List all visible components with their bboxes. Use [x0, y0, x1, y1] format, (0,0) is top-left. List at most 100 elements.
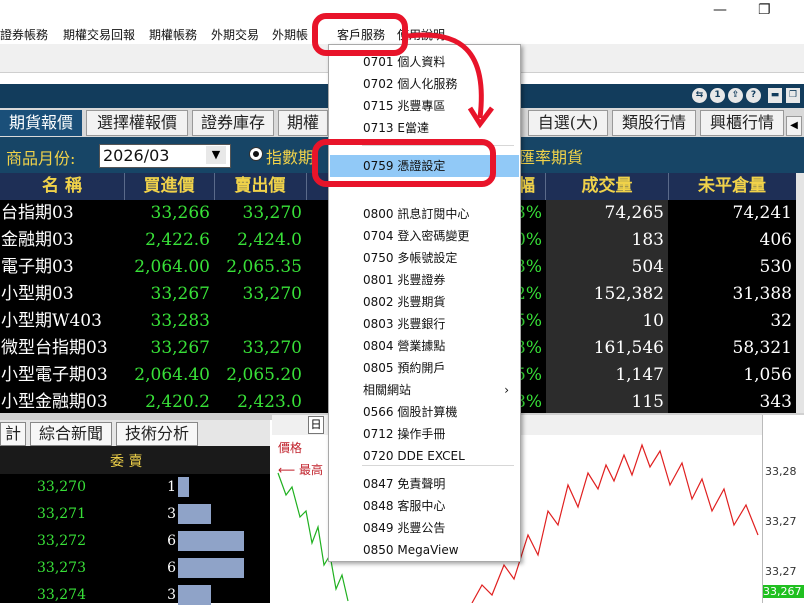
menu-foreign-futures-account[interactable]: 外期帳: [272, 26, 308, 43]
product-name: 小型期W403: [0, 308, 124, 335]
list-item[interactable]: 33,272 6: [0, 528, 270, 554]
tab-news[interactable]: 綜合新聞: [30, 422, 112, 446]
tab-scroll-left-icon[interactable]: ◀: [786, 116, 802, 136]
fx-futures-label: 匯率期貨: [519, 148, 584, 167]
col-open-interest[interactable]: 未平倉量: [668, 173, 797, 200]
ask-price: 33,273: [37, 560, 86, 576]
ask-price: 2,065.20: [214, 362, 306, 389]
export-icon[interactable]: ⇪: [728, 88, 743, 103]
tab-options-quotes[interactable]: 選擇權報價: [86, 110, 188, 136]
menu-item-code: 0804: [363, 339, 394, 353]
bid-price: 33,267: [124, 281, 214, 308]
quote-scrollbar[interactable]: [796, 173, 804, 413]
menu-futures-account[interactable]: 期權帳務: [149, 26, 197, 43]
quantity-bar: [178, 504, 211, 524]
menu-item-label: 營業據點: [397, 339, 446, 353]
menu-item-label: 兆豐證券: [397, 273, 446, 287]
menu-item-0566[interactable]: 0566 個股計算機: [330, 401, 519, 423]
high-label: 最高: [299, 463, 324, 477]
contract-month-select[interactable]: 2026/03 ▼: [99, 144, 231, 168]
help-icon[interactable]: ?: [746, 88, 761, 103]
ask-price: 2,424.0: [214, 227, 306, 254]
menu-item-0750[interactable]: 0750 多帳號設定: [330, 247, 519, 269]
product-name: 小型期03: [0, 281, 124, 308]
menu-item-0847[interactable]: 0847 免責聲明: [330, 473, 519, 495]
ask-price: 2,423.0: [214, 389, 306, 416]
menu-item-0802[interactable]: 0802 兆豐期貨: [330, 291, 519, 313]
menu-item-label: 登入密碼變更: [397, 229, 470, 243]
menu-item-code: 0701: [363, 55, 394, 69]
menu-item-0801[interactable]: 0801 兆豐證券: [330, 269, 519, 291]
menu-item-label: 個股計算機: [397, 405, 458, 419]
open-interest: 530: [668, 254, 796, 281]
menu-item-0850[interactable]: 0850 MegaView: [330, 539, 519, 561]
menu-futures-trade-report[interactable]: 期權交易回報: [63, 26, 135, 43]
menu-item-code: 0803: [363, 317, 394, 331]
menu-item-0805[interactable]: 0805 預約開戶: [330, 357, 519, 379]
menu-item-label: 訊息訂閱中心: [397, 207, 470, 221]
switch-icon[interactable]: ⇆: [692, 88, 707, 103]
col-ask[interactable]: 賣出價: [214, 173, 307, 200]
tab-technical-analysis[interactable]: 技術分析: [116, 422, 198, 446]
list-item[interactable]: 33,270 1: [0, 474, 270, 500]
tab-sector-quotes[interactable]: 類股行情: [612, 110, 696, 136]
list-item[interactable]: 33,271 3: [0, 501, 270, 527]
minimize-panel-icon[interactable]: ▬: [768, 88, 782, 103]
ask-price: 33,270: [214, 200, 306, 227]
ask-price: 33,274: [37, 587, 86, 603]
menu-item-0800[interactable]: 0800 訊息訂閱中心: [330, 203, 519, 225]
menu-securities-account[interactable]: 證券帳務: [0, 26, 48, 43]
menu-foreign-futures-trade[interactable]: 外期交易: [211, 26, 259, 43]
ask-side-label: 委 賣: [110, 454, 143, 470]
menu-item-code: 0750: [363, 251, 394, 265]
menu-item-related-sites[interactable]: 相關網站 ›: [330, 379, 519, 401]
annotation-item-highlight: [312, 139, 496, 187]
open-interest: 58,321: [668, 335, 796, 362]
menu-item-0720[interactable]: 0720 DDE EXCEL: [330, 445, 519, 467]
menu-item-0848[interactable]: 0848 客服中心: [330, 495, 519, 517]
menu-item-0804[interactable]: 0804 營業據點: [330, 335, 519, 357]
menu-item-label: 相關網站: [363, 383, 412, 397]
volume: 10: [546, 308, 668, 335]
open-interest: 31,388: [668, 281, 796, 308]
bid-price: 33,283: [124, 308, 214, 335]
menu-item-0712[interactable]: 0712 操作手冊: [330, 423, 519, 445]
col-volume[interactable]: 成交量: [546, 173, 669, 200]
tab-options-inventory[interactable]: 期權: [278, 110, 328, 136]
menu-item-0803[interactable]: 0803 兆豐銀行: [330, 313, 519, 335]
product-name: 台指期03: [0, 200, 124, 227]
one-icon[interactable]: 1: [710, 88, 725, 103]
bid-price: 2,064.00: [124, 254, 214, 281]
menu-item-label: 兆豐公告: [397, 521, 446, 535]
ask-price: 33,272: [37, 533, 86, 549]
col-bid[interactable]: 買進價: [124, 173, 215, 200]
open-interest: 1,056: [668, 362, 796, 389]
tab-futures-quotes[interactable]: 期貨報價: [0, 110, 82, 136]
volume: 152,382: [546, 281, 668, 308]
product-name: 金融期03: [0, 227, 124, 254]
tab-stats[interactable]: 計: [0, 422, 26, 446]
menu-item-label: MegaView: [397, 543, 459, 557]
order-book-header: 委 賣: [0, 446, 270, 474]
volume: 504: [546, 254, 668, 281]
chevron-down-icon[interactable]: ▼: [206, 146, 226, 164]
menu-item-code: 0704: [363, 229, 394, 243]
ask-price: 33,270: [214, 281, 306, 308]
list-item[interactable]: 33,273 6: [0, 555, 270, 581]
tab-securities-inventory[interactable]: 證券庫存: [192, 110, 274, 136]
minimize-icon[interactable]: —: [713, 2, 727, 18]
chart-day-button[interactable]: 日: [308, 416, 324, 434]
menu-item-0704[interactable]: 0704 登入密碼變更: [330, 225, 519, 247]
tab-watchlist[interactable]: 自選(大): [528, 110, 608, 136]
volume: 161,546: [546, 335, 668, 362]
tab-emerging-quotes[interactable]: 興櫃行情: [700, 110, 784, 136]
menu-item-0849[interactable]: 0849 兆豐公告: [330, 517, 519, 539]
bid-price: 33,267: [124, 335, 214, 362]
index-futures-radio[interactable]: [249, 147, 263, 161]
restore-panel-icon[interactable]: ❐: [786, 88, 800, 103]
ask-quantity: 6: [167, 533, 176, 549]
maximize-icon[interactable]: ❐: [758, 2, 771, 18]
col-name[interactable]: 名 稱: [0, 173, 125, 200]
last-price-tag: 33,267: [763, 585, 804, 598]
list-item[interactable]: 33,274 3: [0, 582, 270, 608]
